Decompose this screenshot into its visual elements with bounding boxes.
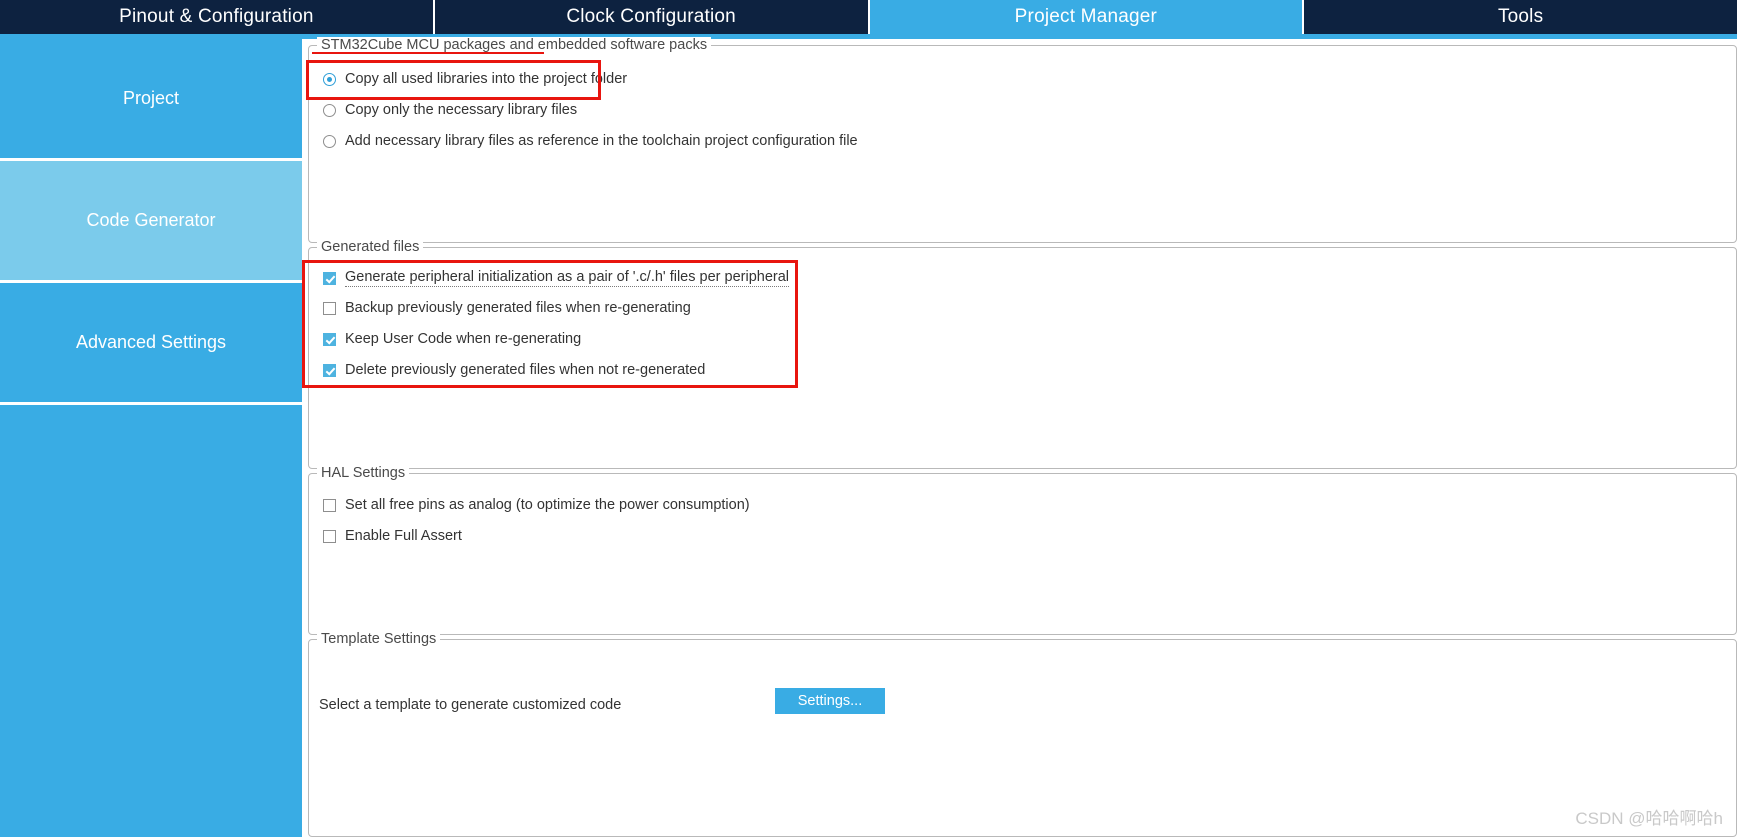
checkbox-set-free-pins-analog[interactable]: Set all free pins as analog (to optimize… (323, 497, 750, 513)
radio-label: Copy only the necessary library files (345, 102, 578, 118)
radio-copy-only-necessary[interactable]: Copy only the necessary library files (323, 102, 577, 118)
sidebar-item-label: Advanced Settings (75, 332, 227, 352)
sidebar-item-label: Code Generator (86, 210, 216, 230)
checkbox-delete-previously-generated[interactable]: Delete previously generated files when n… (323, 362, 705, 378)
group-hal-settings-legend: HAL Settings (317, 465, 410, 481)
checkbox-unchecked-icon (323, 301, 336, 315)
checkbox-checked-icon (323, 363, 336, 377)
checkbox-label: Generate peripheral initialization as a … (345, 269, 789, 287)
checkbox-keep-user-code[interactable]: Keep User Code when re-generating (323, 331, 581, 347)
checkbox-label: Backup previously generated files when r… (345, 300, 691, 316)
group-mcu-packages: STM32Cube MCU packages and embedded soft… (308, 37, 1737, 243)
group-generated-files-legend: Generated files (317, 239, 424, 255)
group-template-settings-legend: Template Settings (317, 631, 441, 647)
radio-unselected-icon (323, 103, 336, 117)
tab-tools[interactable]: Tools (1304, 0, 1737, 34)
radio-label: Add necessary library files as reference… (345, 133, 858, 149)
sidebar-item-project[interactable]: Project (0, 39, 302, 161)
radio-unselected-icon (323, 134, 336, 148)
group-hal-settings: HAL Settings Set all free pins as analog… (308, 465, 1737, 635)
checkbox-label: Enable Full Assert (345, 528, 462, 544)
radio-label: Copy all used libraries into the project… (345, 71, 628, 87)
sidebar-item-advanced-settings[interactable]: Advanced Settings (0, 283, 302, 405)
csdn-watermark: CSDN @哈哈啊哈h (1575, 809, 1723, 828)
sidebar-item-code-generator[interactable]: Code Generator (0, 161, 302, 283)
project-manager-sidebar: Project Code Generator Advanced Settings (0, 39, 305, 837)
main-tab-bar: Pinout & Configuration Clock Configurati… (0, 0, 1737, 34)
checkbox-unchecked-icon (323, 498, 336, 512)
code-generator-panel: STM32Cube MCU packages and embedded soft… (308, 37, 1737, 837)
radio-copy-all-used-libraries[interactable]: Copy all used libraries into the project… (323, 71, 627, 87)
checkbox-label: Keep User Code when re-generating (345, 331, 582, 347)
stm32cubemx-window: Pinout & Configuration Clock Configurati… (0, 0, 1737, 837)
template-description: Select a template to generate customized… (319, 697, 622, 713)
group-template-settings: Template Settings Select a template to g… (308, 631, 1737, 837)
radio-add-library-as-reference[interactable]: Add necessary library files as reference… (323, 133, 858, 149)
template-settings-button[interactable]: Settings... (775, 688, 885, 714)
checkbox-generate-peripheral-init-pair[interactable]: Generate peripheral initialization as a … (323, 269, 789, 287)
radio-selected-icon (323, 72, 336, 86)
tab-project-manager[interactable]: Project Manager (869, 0, 1305, 34)
checkbox-checked-icon (323, 332, 336, 346)
checkbox-label: Delete previously generated files when n… (345, 362, 706, 378)
group-generated-files: Generated files Generate peripheral init… (308, 239, 1737, 469)
checkbox-checked-icon (323, 271, 336, 285)
tab-clock-configuration[interactable]: Clock Configuration (434, 0, 870, 34)
tab-pinout-configuration[interactable]: Pinout & Configuration (0, 0, 435, 34)
checkbox-unchecked-icon (323, 529, 336, 543)
checkbox-enable-full-assert[interactable]: Enable Full Assert (323, 528, 462, 544)
sidebar-filler (0, 405, 302, 705)
checkbox-label: Set all free pins as analog (to optimize… (345, 497, 750, 513)
group-mcu-packages-legend: STM32Cube MCU packages and embedded soft… (317, 37, 712, 53)
checkbox-backup-previously-generated[interactable]: Backup previously generated files when r… (323, 300, 691, 316)
sidebar-item-label: Project (122, 88, 180, 108)
